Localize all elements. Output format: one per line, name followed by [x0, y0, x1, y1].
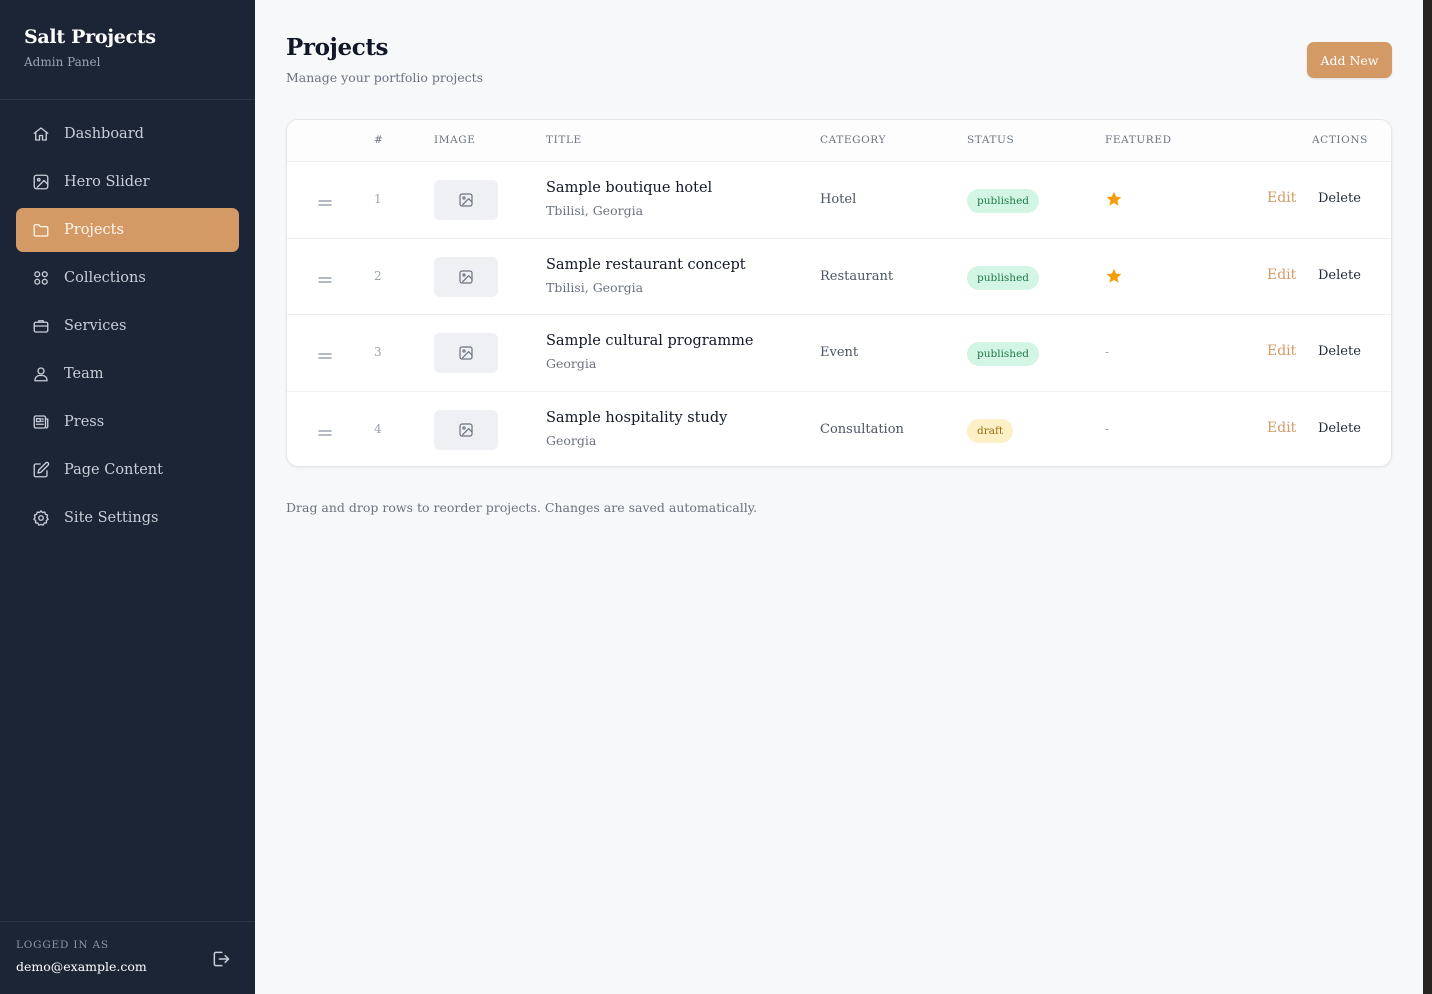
drag-handle-icon[interactable] [318, 347, 332, 359]
project-title: Sample restaurant concept [546, 256, 746, 273]
sidebar-nav: Dashboard Hero Slider Projects Collectio… [0, 100, 255, 540]
edit-link[interactable]: Edit [1267, 190, 1296, 206]
brand: Salt Projects Admin Panel [0, 0, 255, 100]
drag-handle-icon[interactable] [318, 424, 332, 436]
image-placeholder [434, 333, 498, 373]
users-icon [32, 365, 50, 383]
project-title: Sample hospitality study [546, 409, 728, 426]
page-subtitle: Manage your portfolio projects [286, 70, 484, 85]
sidebar-item-label: Hero Slider [64, 174, 150, 190]
column-header-category: CATEGORY [820, 134, 887, 146]
sidebar-item-services[interactable]: Services [16, 304, 239, 348]
project-location: Georgia [546, 432, 597, 448]
featured-empty[interactable]: - [1105, 345, 1109, 359]
star-icon[interactable] [1105, 190, 1123, 208]
image-icon [459, 193, 473, 207]
edit-link[interactable]: Edit [1267, 420, 1296, 436]
status-badge: published [967, 342, 1040, 366]
column-header-num: # [374, 134, 384, 146]
brand-subtitle: Admin Panel [24, 55, 101, 69]
logged-in-label: LOGGED IN AS [16, 939, 109, 951]
edit-link[interactable]: Edit [1267, 343, 1296, 359]
status-badge: draft [967, 418, 1014, 443]
edit-link[interactable]: Edit [1267, 267, 1296, 283]
column-header-featured: FEATURED [1105, 134, 1172, 146]
gear-icon [32, 509, 50, 527]
image-icon [459, 422, 473, 437]
table-row[interactable]: 2 Sample restaurant concept Tbilisi, Geo… [287, 239, 1391, 315]
sidebar-item-label: Collections [64, 270, 146, 286]
project-category: Restaurant [820, 268, 894, 284]
home-icon [32, 125, 50, 143]
sidebar-item-label: Services [64, 318, 127, 334]
column-header-actions: ACTIONS [1312, 134, 1368, 146]
reorder-hint: Drag and drop rows to reorder projects. … [286, 500, 758, 515]
row-number: 2 [374, 268, 382, 283]
row-number: 1 [374, 192, 382, 206]
delete-button[interactable]: Delete [1318, 421, 1361, 436]
sidebar-item-hero-slider[interactable]: Hero Slider [16, 160, 239, 204]
logout-icon[interactable] [211, 949, 231, 969]
page-title: Projects [286, 34, 389, 61]
featured-empty[interactable]: - [1105, 422, 1109, 436]
image-icon [459, 346, 473, 360]
project-location: Georgia [546, 356, 597, 371]
sidebar-item-label: Page Content [64, 462, 163, 478]
sidebar-item-label: Press [64, 414, 105, 430]
table-row[interactable]: 4 Sample hospitality study Georgia Consu… [287, 392, 1391, 467]
project-title: Sample cultural programme [546, 333, 754, 349]
sidebar: Salt Projects Admin Panel Dashboard Hero… [0, 0, 255, 994]
sidebar-item-label: Dashboard [64, 126, 144, 142]
user-email: demo@example.com [16, 959, 147, 974]
edit-icon [32, 461, 50, 479]
image-placeholder [434, 409, 498, 450]
project-category: Hotel [820, 192, 857, 207]
project-title: Sample boutique hotel [546, 180, 713, 196]
project-category: Consultation [820, 421, 904, 437]
sidebar-footer: LOGGED IN AS demo@example.com [0, 921, 255, 994]
column-header-status: STATUS [967, 134, 1015, 146]
folder-icon [32, 221, 50, 239]
sidebar-item-dashboard[interactable]: Dashboard [16, 112, 239, 156]
main-content: Projects Manage your portfolio projects … [255, 0, 1423, 994]
sidebar-item-label: Team [64, 366, 104, 382]
delete-button[interactable]: Delete [1318, 268, 1361, 283]
drag-handle-icon[interactable] [318, 271, 332, 283]
brand-title: Salt Projects [24, 26, 156, 48]
row-number: 3 [374, 345, 382, 359]
sidebar-item-collections[interactable]: Collections [16, 256, 239, 300]
window-edge [1423, 0, 1432, 994]
image-icon [459, 269, 473, 284]
image-placeholder [434, 180, 498, 220]
table-row[interactable]: 3 Sample cultural programme Georgia Even… [287, 315, 1391, 392]
table-header: # IMAGE TITLE CATEGORY STATUS FEATURED A… [287, 120, 1391, 162]
project-category: Event [820, 345, 859, 360]
sidebar-item-label: Site Settings [64, 510, 159, 526]
sidebar-item-label: Projects [64, 222, 124, 238]
projects-table: # IMAGE TITLE CATEGORY STATUS FEATURED A… [286, 119, 1392, 467]
drag-handle-icon[interactable] [318, 194, 332, 206]
sidebar-item-site-settings[interactable]: Site Settings [16, 496, 239, 540]
briefcase-icon [32, 317, 50, 335]
sidebar-item-press[interactable]: Press [16, 400, 239, 444]
table-row[interactable]: 1 Sample boutique hotel Tbilisi, Georgia… [287, 162, 1391, 239]
add-new-button[interactable]: Add New [1307, 42, 1392, 78]
sidebar-item-projects[interactable]: Projects [16, 208, 239, 252]
project-location: Tbilisi, Georgia [546, 203, 644, 218]
image-placeholder [434, 256, 498, 297]
image-icon [32, 173, 50, 191]
column-header-image: IMAGE [434, 134, 476, 146]
sidebar-item-page-content[interactable]: Page Content [16, 448, 239, 492]
project-location: Tbilisi, Georgia [546, 279, 644, 295]
newspaper-icon [32, 413, 50, 431]
star-icon[interactable] [1105, 267, 1123, 285]
grid-icon [32, 269, 50, 287]
delete-button[interactable]: Delete [1318, 344, 1361, 359]
sidebar-item-team[interactable]: Team [16, 352, 239, 396]
column-header-title: TITLE [546, 134, 582, 146]
delete-button[interactable]: Delete [1318, 191, 1361, 206]
row-number: 4 [374, 421, 382, 436]
status-badge: published [967, 265, 1040, 290]
status-badge: published [967, 189, 1040, 213]
